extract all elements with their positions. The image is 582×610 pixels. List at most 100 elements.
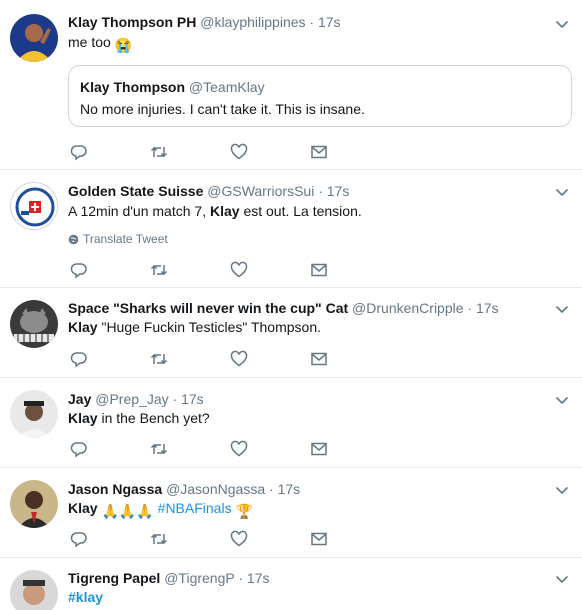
retweet-icon (150, 533, 168, 545)
hashtag-link[interactable]: #NBAFinals (158, 500, 232, 516)
chevron-down-icon[interactable] (554, 482, 570, 498)
timestamp[interactable]: 17s (278, 481, 301, 497)
search-term-highlight: Klay (68, 500, 98, 516)
tweet-actions (68, 530, 368, 550)
message-button[interactable] (310, 350, 330, 370)
avatar[interactable] (10, 14, 58, 62)
reply-button[interactable] (70, 440, 90, 460)
display-name[interactable]: Tigreng Papel (68, 570, 160, 586)
timestamp[interactable]: 17s (318, 14, 341, 30)
crying-emoji: 😭 (114, 37, 133, 53)
tweet-header: Jason Ngassa @JasonNgassa · 17s (68, 480, 542, 498)
message-button[interactable] (310, 143, 330, 163)
hashtag-link[interactable]: #klay (68, 589, 103, 605)
tweet-text-part: A 12min d'un match 7, (68, 203, 210, 219)
retweet-button[interactable] (150, 530, 170, 550)
quoted-tweet[interactable]: Klay Thompson @TeamKlay No more injuries… (68, 65, 572, 127)
message-icon (311, 442, 327, 456)
reply-icon (70, 145, 87, 161)
tweet-text-part: "Huge Fuckin Testicles" Thompson. (97, 319, 321, 335)
timestamp[interactable]: 17s (327, 183, 350, 199)
retweet-icon (150, 264, 168, 276)
display-name[interactable]: Klay Thompson PH (68, 14, 196, 30)
retweet-button[interactable] (150, 440, 170, 460)
tweet-header: Klay Thompson PH @klayphilippines · 17s (68, 13, 542, 31)
chevron-down-icon[interactable] (554, 392, 570, 408)
separator-dot: · (238, 570, 244, 586)
separator-dot: · (318, 183, 323, 199)
avatar[interactable] (10, 570, 58, 610)
retweet-icon (150, 146, 168, 158)
chevron-down-icon[interactable] (554, 301, 570, 317)
reply-button[interactable] (70, 530, 90, 550)
timestamp[interactable]: 17s (181, 391, 204, 407)
chevron-down-icon[interactable] (554, 16, 570, 32)
avatar[interactable] (10, 390, 58, 438)
retweet-button[interactable] (150, 261, 170, 281)
chevron-down-icon[interactable] (554, 571, 570, 587)
timestamp[interactable]: 17s (247, 570, 270, 586)
quoted-username: @TeamKlay (188, 79, 265, 95)
username[interactable]: @klayphilippines (200, 14, 305, 30)
like-icon (230, 530, 248, 547)
translate-tweet-link[interactable]: Translate Tweet (68, 231, 168, 247)
search-term-highlight: Klay (209, 203, 240, 219)
like-button[interactable] (230, 440, 250, 460)
translate-label: Translate Tweet (83, 232, 168, 246)
username[interactable]: @GSWarriorsSui (207, 183, 314, 199)
like-icon (230, 261, 248, 278)
display-name[interactable]: Golden State Suisse (68, 183, 203, 199)
username[interactable]: @TigrengP (164, 570, 234, 586)
display-name[interactable]: Jay (68, 391, 91, 407)
like-icon (230, 440, 248, 457)
tweet-actions (68, 350, 368, 370)
message-button[interactable] (310, 530, 330, 550)
retweet-button[interactable] (150, 350, 170, 370)
tweet-header: Jay @Prep_Jay · 17s (68, 390, 542, 408)
tweet[interactable]: Golden State Suisse @GSWarriorsSui · 17s… (0, 170, 582, 288)
trophy-emoji: 🏆 (235, 503, 253, 519)
like-button[interactable] (230, 261, 250, 281)
reply-button[interactable] (70, 143, 90, 163)
praying-hands-emoji: 🙏🙏🙏 (101, 503, 154, 519)
avatar[interactable] (10, 182, 58, 230)
reply-icon (70, 442, 87, 458)
tweet[interactable]: Space "Sharks will never win the cup" Ca… (0, 288, 582, 378)
username[interactable]: @DrunkenCripple (352, 300, 463, 316)
message-button[interactable] (310, 261, 330, 281)
like-button[interactable] (230, 143, 250, 163)
reply-button[interactable] (70, 261, 90, 281)
retweet-icon (150, 443, 168, 455)
quoted-display-name: Klay Thompson (80, 79, 186, 95)
search-term-highlight: Klay (68, 319, 98, 335)
tweet-text-content: me too (68, 34, 111, 50)
tweet-text: #klay (68, 587, 552, 607)
username[interactable]: @JasonNgassa (166, 481, 265, 497)
tweet-text: me too 😭 (68, 32, 552, 55)
separator-dot: · (269, 481, 274, 497)
tweet[interactable]: Tigreng Papel @TigrengP · 17s #klay (0, 558, 582, 610)
chevron-down-icon[interactable] (554, 184, 570, 200)
tweet[interactable]: Jason Ngassa @JasonNgassa · 17s Klay 🙏🙏🙏… (0, 468, 582, 558)
tweet-actions (68, 440, 368, 460)
like-button[interactable] (230, 350, 250, 370)
reply-icon (70, 352, 87, 368)
username[interactable]: @Prep_Jay (95, 391, 168, 407)
reply-button[interactable] (70, 350, 90, 370)
retweet-icon (150, 353, 168, 365)
tweet-header: Golden State Suisse @GSWarriorsSui · 17s (68, 182, 542, 200)
tweet[interactable]: Klay Thompson PH @klayphilippines · 17s … (0, 0, 582, 170)
tweet-text: Klay in the Bench yet? (68, 408, 552, 428)
display-name[interactable]: Space "Sharks will never win the cup" Ca… (68, 300, 348, 316)
like-button[interactable] (230, 530, 250, 550)
avatar[interactable] (10, 300, 58, 348)
retweet-button[interactable] (150, 143, 170, 163)
avatar[interactable] (10, 480, 58, 528)
timestamp[interactable]: 17s (476, 300, 499, 316)
message-button[interactable] (310, 440, 330, 460)
tweet[interactable]: Jay @Prep_Jay · 17s Klay in the Bench ye… (0, 378, 582, 468)
tweet-text-part: in the Bench yet? (97, 410, 210, 426)
display-name[interactable]: Jason Ngassa (68, 481, 162, 497)
globe-icon (68, 234, 79, 244)
reply-icon (70, 532, 87, 548)
